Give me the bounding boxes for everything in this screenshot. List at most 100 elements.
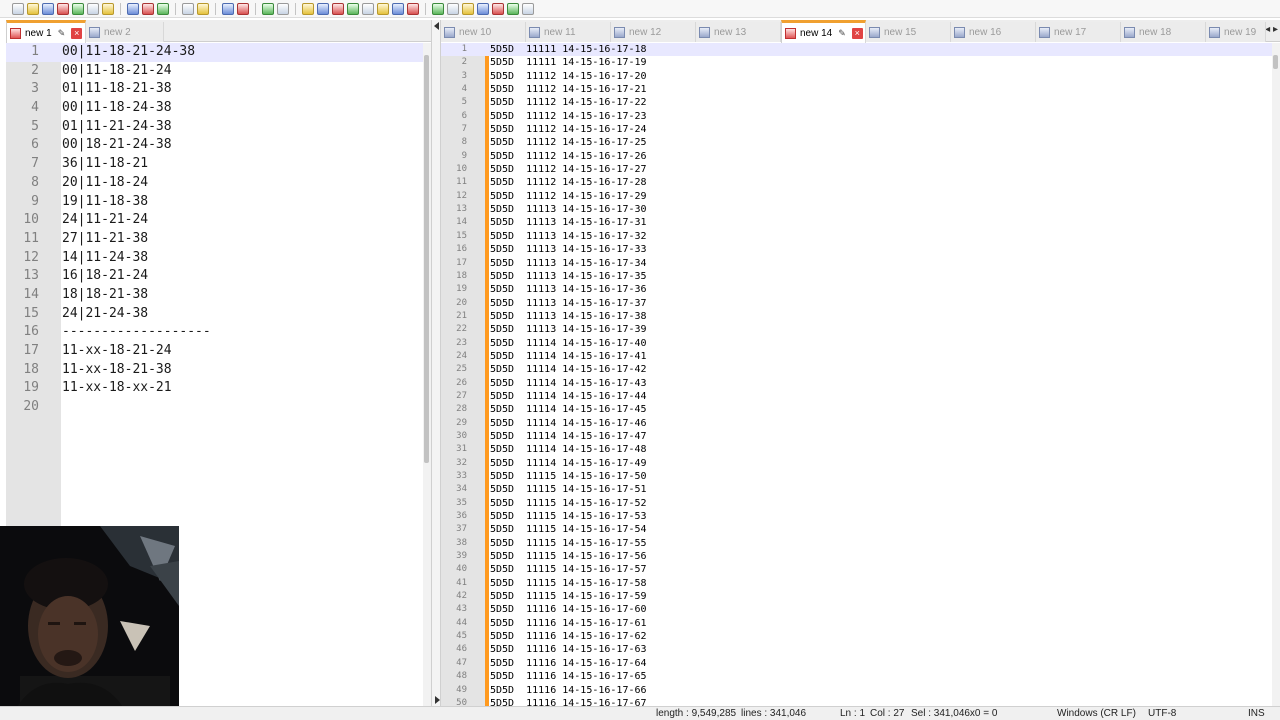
right-line[interactable]: 22 5D5D 11113 14-15-16-17-39	[441, 323, 1280, 336]
right-line[interactable]: 3 5D5D 11112 14-15-16-17-20	[441, 70, 1280, 83]
left-line[interactable]: 11 27|11-21-38	[6, 230, 431, 249]
new-file-icon[interactable]	[12, 2, 24, 15]
replace-icon[interactable]	[237, 2, 249, 15]
move-right-arrow-icon[interactable]	[435, 696, 440, 704]
play-icon[interactable]	[492, 2, 504, 15]
right-line[interactable]: 49 5D5D 11116 14-15-16-17-66	[441, 684, 1280, 697]
copy-icon[interactable]	[142, 2, 154, 15]
folder-icon[interactable]	[432, 2, 444, 15]
right-line[interactable]: 32 5D5D 11114 14-15-16-17-49	[441, 457, 1280, 470]
left-line[interactable]: 4 00|11-18-24-38	[6, 99, 431, 118]
right-vertical-scrollbar[interactable]	[1272, 43, 1280, 706]
right-tab-2[interactable]: new 11	[526, 22, 611, 42]
right-line[interactable]: 8 5D5D 11112 14-15-16-17-25	[441, 136, 1280, 149]
left-tab-2[interactable]: new 2	[86, 22, 164, 42]
right-line[interactable]: 14 5D5D 11113 14-15-16-17-31	[441, 216, 1280, 229]
right-line[interactable]: 17 5D5D 11113 14-15-16-17-34	[441, 257, 1280, 270]
right-tab-8[interactable]: new 17	[1036, 22, 1121, 42]
move-left-arrow-icon[interactable]	[434, 22, 439, 30]
tab-scroll-arrows[interactable]: ◂ ▸	[1265, 24, 1278, 35]
lang-icon[interactable]	[377, 2, 389, 15]
right-line[interactable]: 7 5D5D 11112 14-15-16-17-24	[441, 123, 1280, 136]
right-line[interactable]: 47 5D5D 11116 14-15-16-17-64	[441, 657, 1280, 670]
close-tab-icon[interactable]: ×	[851, 27, 863, 39]
find-icon[interactable]	[222, 2, 234, 15]
right-tab-1[interactable]: new 10	[441, 22, 526, 42]
right-line[interactable]: 10 5D5D 11112 14-15-16-17-27	[441, 163, 1280, 176]
left-vertical-scrollbar[interactable]	[423, 43, 431, 706]
left-line[interactable]: 3 01|11-18-21-38	[6, 80, 431, 99]
right-line[interactable]: 34 5D5D 11115 14-15-16-17-51	[441, 483, 1280, 496]
left-line[interactable]: 14 18|18-21-38	[6, 286, 431, 305]
left-line[interactable]: 6 00|18-21-24-38	[6, 136, 431, 155]
right-tab-7[interactable]: new 16	[951, 22, 1036, 42]
right-line[interactable]: 9 5D5D 11112 14-15-16-17-26	[441, 150, 1280, 163]
view-splitter[interactable]	[431, 20, 441, 706]
status-encoding[interactable]: UTF-8	[1148, 708, 1176, 719]
left-line[interactable]: 9 19|11-18-38	[6, 193, 431, 212]
right-line[interactable]: 30 5D5D 11114 14-15-16-17-47	[441, 430, 1280, 443]
left-scroll-thumb[interactable]	[424, 55, 429, 463]
left-line[interactable]: 16 -------------------	[6, 323, 431, 342]
right-line[interactable]: 12 5D5D 11112 14-15-16-17-29	[441, 190, 1280, 203]
right-line[interactable]: 19 5D5D 11113 14-15-16-17-36	[441, 283, 1280, 296]
right-line[interactable]: 45 5D5D 11116 14-15-16-17-62	[441, 630, 1280, 643]
undo-icon[interactable]	[182, 2, 194, 15]
save-macro-icon[interactable]	[522, 2, 534, 15]
left-line[interactable]: 10 24|11-21-24	[6, 211, 431, 230]
right-editor[interactable]: 1 5D5D 11111 14-15-16-17-18 2 5D5D 11111 14…	[441, 43, 1280, 706]
right-tab-6[interactable]: new 15	[866, 22, 951, 42]
right-line[interactable]: 11 5D5D 11112 14-15-16-17-28	[441, 176, 1280, 189]
right-line[interactable]: 39 5D5D 11115 14-15-16-17-56	[441, 550, 1280, 563]
indent-guide-icon[interactable]	[362, 2, 374, 15]
right-scroll-thumb[interactable]	[1273, 55, 1278, 69]
save-all-icon[interactable]	[57, 2, 69, 15]
sync-h-icon[interactable]	[317, 2, 329, 15]
right-line[interactable]: 46 5D5D 11116 14-15-16-17-63	[441, 643, 1280, 656]
right-line[interactable]: 42 5D5D 11115 14-15-16-17-59	[441, 590, 1280, 603]
right-line[interactable]: 41 5D5D 11115 14-15-16-17-58	[441, 577, 1280, 590]
left-line[interactable]: 20	[6, 398, 431, 417]
right-line[interactable]: 2 5D5D 11111 14-15-16-17-19	[441, 56, 1280, 69]
status-eol-format[interactable]: Windows (CR LF)	[1057, 708, 1136, 719]
left-line[interactable]: 18 11-xx-18-21-38	[6, 361, 431, 380]
right-line[interactable]: 35 5D5D 11115 14-15-16-17-52	[441, 497, 1280, 510]
left-line[interactable]: 7 36|11-18-21	[6, 155, 431, 174]
right-line[interactable]: 20 5D5D 11113 14-15-16-17-37	[441, 297, 1280, 310]
right-line[interactable]: 15 5D5D 11113 14-15-16-17-32	[441, 230, 1280, 243]
left-line[interactable]: 1 00|11-18-21-24-38	[6, 43, 431, 62]
right-line[interactable]: 50 5D5D 11116 14-15-16-17-67	[441, 697, 1280, 706]
all-chars-icon[interactable]	[347, 2, 359, 15]
right-line[interactable]: 40 5D5D 11115 14-15-16-17-57	[441, 563, 1280, 576]
right-line[interactable]: 23 5D5D 11114 14-15-16-17-40	[441, 337, 1280, 350]
right-line[interactable]: 24 5D5D 11114 14-15-16-17-41	[441, 350, 1280, 363]
status-insert-mode[interactable]: INS	[1248, 708, 1265, 719]
paste-icon[interactable]	[157, 2, 169, 15]
close-all-icon[interactable]	[87, 2, 99, 15]
right-line[interactable]: 26 5D5D 11114 14-15-16-17-43	[441, 377, 1280, 390]
left-line[interactable]: 8 20|11-18-24	[6, 174, 431, 193]
zoom-out-icon[interactable]	[277, 2, 289, 15]
right-line[interactable]: 25 5D5D 11114 14-15-16-17-42	[441, 363, 1280, 376]
print-icon[interactable]	[102, 2, 114, 15]
right-line[interactable]: 1 5D5D 11111 14-15-16-17-18	[441, 43, 1280, 57]
sync-v-icon[interactable]	[302, 2, 314, 15]
left-line[interactable]: 13 16|18-21-24	[6, 267, 431, 286]
left-line[interactable]: 19 11-xx-18-xx-21	[6, 379, 431, 398]
redo-icon[interactable]	[197, 2, 209, 15]
right-line[interactable]: 27 5D5D 11114 14-15-16-17-44	[441, 390, 1280, 403]
right-line[interactable]: 48 5D5D 11116 14-15-16-17-65	[441, 670, 1280, 683]
right-line[interactable]: 33 5D5D 11115 14-15-16-17-50	[441, 470, 1280, 483]
right-line[interactable]: 37 5D5D 11115 14-15-16-17-54	[441, 523, 1280, 536]
right-line[interactable]: 43 5D5D 11116 14-15-16-17-60	[441, 603, 1280, 616]
right-line[interactable]: 44 5D5D 11116 14-15-16-17-61	[441, 617, 1280, 630]
left-line[interactable]: 2 00|11-18-21-24	[6, 62, 431, 81]
cut-icon[interactable]	[127, 2, 139, 15]
close-icon[interactable]	[72, 2, 84, 15]
right-tab-5[interactable]: new 14 ✎ ×	[781, 20, 866, 43]
left-line[interactable]: 15 24|21-24-38	[6, 305, 431, 324]
pin-tab-icon[interactable]: ✎	[838, 28, 846, 39]
left-line[interactable]: 12 14|11-24-38	[6, 249, 431, 268]
left-text-area[interactable]: 1 00|11-18-21-24-38 2 00|11-18-21-24 3 01|11-…	[6, 43, 431, 417]
monitor-icon[interactable]	[447, 2, 459, 15]
